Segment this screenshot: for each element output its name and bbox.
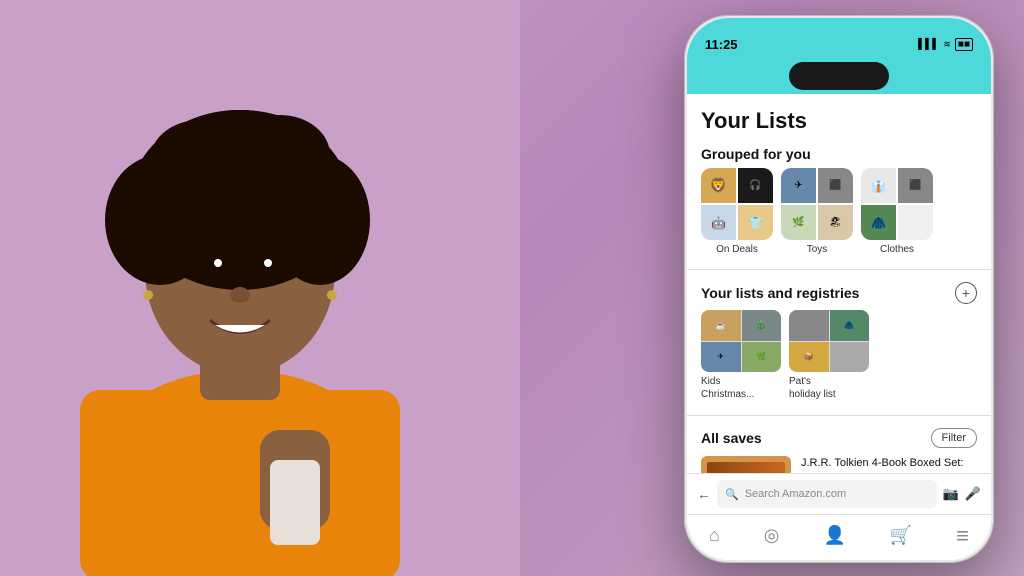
nav-home[interactable]: ⌂ [709, 525, 720, 546]
phone-frame: 11:25 ▌▌▌ ≋ ■■ Your Lists Grouped for yo… [684, 15, 994, 563]
book-stack [701, 456, 791, 473]
lists-title: Your lists and registries [701, 285, 859, 301]
status-time: 11:25 [705, 37, 738, 52]
nav-search[interactable]: ◎ [764, 525, 780, 546]
clothes-cell-3 [861, 205, 896, 240]
status-icons: ▌▌▌ ≋ ■■ [918, 38, 973, 51]
on-deals-cell-2 [738, 168, 773, 203]
product-details: J.R.R. Tolkien 4-Book Boxed Set: The Hob… [801, 456, 977, 473]
ph-cell-1 [789, 310, 829, 341]
clothes-cell-1 [861, 168, 896, 203]
saves-title: All saves [701, 430, 762, 446]
kc-cell-4: 🌿 [742, 342, 782, 373]
home-icon: ⌂ [709, 525, 720, 546]
divider-1 [687, 269, 991, 270]
search-bar-area: ← 🔍 Search Amazon.com 📷 🎤 [687, 473, 991, 514]
divider-2 [687, 415, 991, 416]
toys-cell-4 [818, 205, 853, 240]
cart-icon: 🛒 [890, 525, 912, 546]
ph-cell-3: 📦 [789, 342, 829, 373]
toys-cell-2 [818, 168, 853, 203]
status-bar: 11:25 ▌▌▌ ≋ ■■ [687, 18, 991, 62]
ph-cell-4 [830, 342, 870, 373]
signal-icon: ▌▌▌ [918, 39, 939, 50]
person-photo [0, 0, 520, 576]
product-card[interactable]: J.R.R. Tolkien 4-Book Boxed Set: The Hob… [687, 456, 991, 473]
product-image [701, 456, 791, 473]
mic-icon[interactable]: 🎤 [965, 486, 981, 502]
nav-account[interactable]: 👤 [823, 525, 845, 546]
camera-icon[interactable]: 📷 [943, 486, 959, 502]
lists-row[interactable]: ☕ 🎄 ✈ 🌿 KidsChristmas... 🧥 📦 [687, 310, 991, 411]
product-title: J.R.R. Tolkien 4-Book Boxed Set: The Hob… [801, 456, 977, 473]
battery-icon: ■■ [955, 38, 973, 51]
lists-section-header: Your lists and registries + [687, 274, 991, 310]
nav-cart[interactable]: 🛒 [890, 525, 912, 546]
account-icon: 👤 [823, 525, 845, 546]
list-item-kids-christmas[interactable]: ☕ 🎄 ✈ 🌿 KidsChristmas... [701, 310, 781, 401]
page-title: Your Lists [687, 94, 991, 140]
category-on-deals[interactable]: On Deals [701, 168, 773, 255]
pats-holiday-img: 🧥 📦 [789, 310, 869, 372]
screen-content[interactable]: Your Lists Grouped for you On Deals [687, 94, 991, 473]
toys-grid [781, 168, 853, 240]
bottom-nav: ⌂ ◎ 👤 🛒 ≡ [687, 514, 991, 560]
clothes-cell-4 [898, 205, 933, 240]
dynamic-island-pill [789, 62, 889, 90]
search-nav-icon: ◎ [764, 525, 780, 546]
search-input[interactable]: 🔍 Search Amazon.com [717, 480, 937, 508]
pats-holiday-label: Pat'sholiday list [789, 375, 869, 401]
search-icon: 🔍 [725, 488, 739, 501]
list-item-pats-holiday[interactable]: 🧥 📦 Pat'sholiday list [789, 310, 869, 401]
clothes-cell-2 [898, 168, 933, 203]
kids-christmas-img: ☕ 🎄 ✈ 🌿 [701, 310, 781, 372]
filter-button[interactable]: Filter [931, 428, 977, 448]
add-list-button[interactable]: + [955, 282, 977, 304]
nav-menu[interactable]: ≡ [956, 523, 969, 549]
on-deals-label: On Deals [716, 244, 758, 255]
kids-christmas-label: KidsChristmas... [701, 375, 781, 401]
phone-screen: 11:25 ▌▌▌ ≋ ■■ Your Lists Grouped for yo… [687, 18, 991, 560]
on-deals-grid [701, 168, 773, 240]
grouped-section-header: Grouped for you [687, 140, 991, 168]
toys-cell-1 [781, 168, 816, 203]
toys-label: Toys [807, 244, 828, 255]
back-button[interactable]: ← [697, 486, 711, 502]
menu-icon: ≡ [956, 523, 969, 549]
clothes-label: Clothes [880, 244, 914, 255]
ph-cell-2: 🧥 [830, 310, 870, 341]
dynamic-island-area [687, 62, 991, 94]
phone-device: 11:25 ▌▌▌ ≋ ■■ Your Lists Grouped for yo… [684, 15, 994, 563]
kc-cell-2: 🎄 [742, 310, 782, 341]
on-deals-cell-4 [738, 205, 773, 240]
category-clothes[interactable]: Clothes [861, 168, 933, 255]
kc-cell-3: ✈ [701, 342, 741, 373]
search-placeholder: Search Amazon.com [745, 488, 847, 500]
toys-cell-3 [781, 205, 816, 240]
clothes-grid [861, 168, 933, 240]
wifi-icon: ≋ [943, 39, 951, 50]
on-deals-cell-3 [701, 205, 736, 240]
kc-cell-1: ☕ [701, 310, 741, 341]
saves-header: All saves Filter [687, 420, 991, 456]
categories-row: On Deals Toys [687, 168, 991, 265]
on-deals-cell-1 [701, 168, 736, 203]
category-toys[interactable]: Toys [781, 168, 853, 255]
